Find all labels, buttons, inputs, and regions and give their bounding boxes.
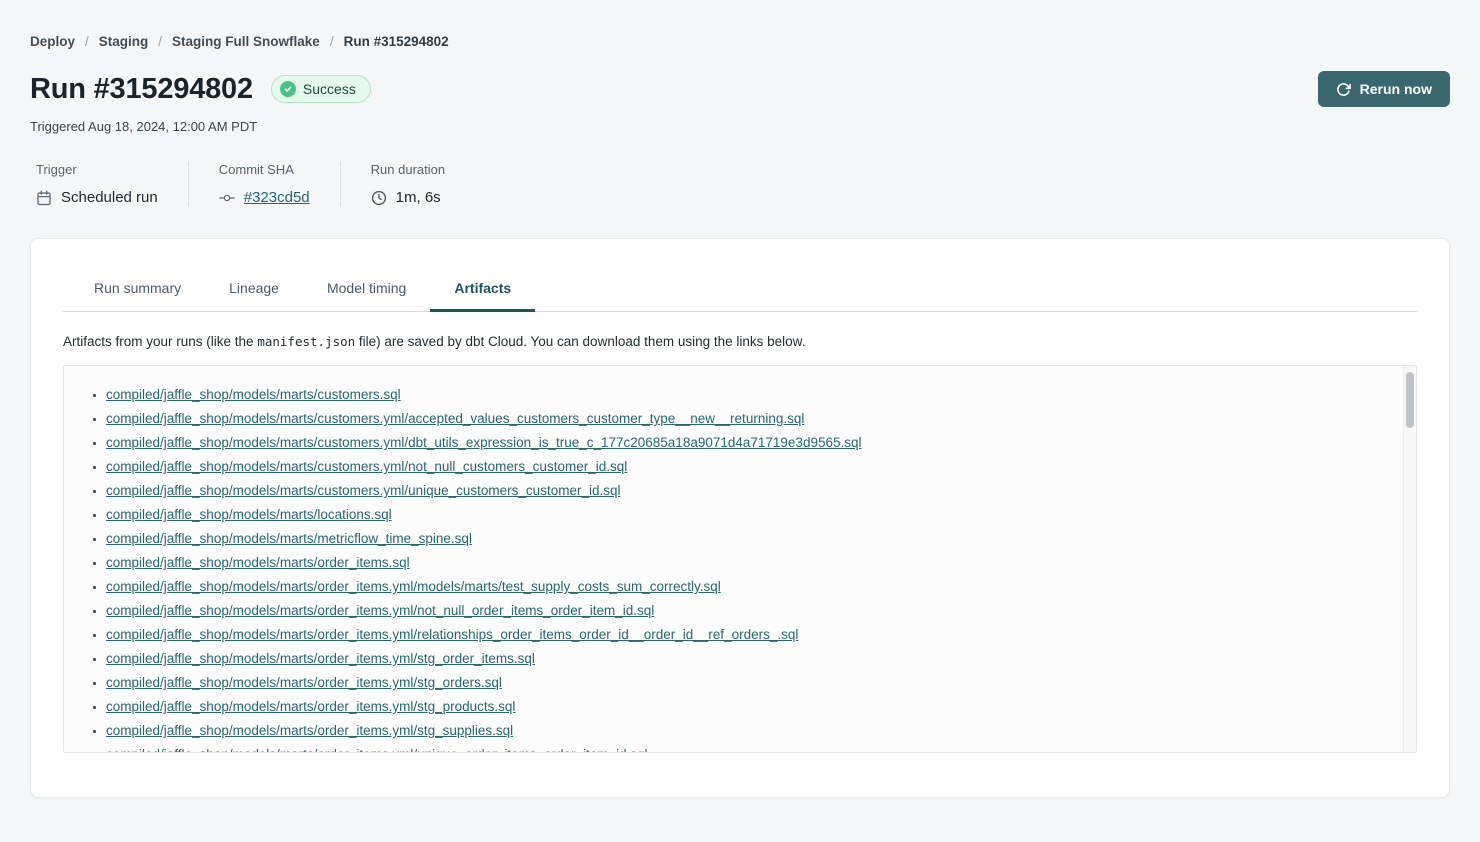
artifact-list-item: compiled/jaffle_shop/models/marts/order_… <box>106 575 1386 599</box>
artifact-list-item: compiled/jaffle_shop/models/marts/locati… <box>106 503 1386 527</box>
artifact-link[interactable]: compiled/jaffle_shop/models/marts/order_… <box>106 555 410 570</box>
meta-trigger: Trigger Scheduled run <box>30 162 188 206</box>
rerun-now-label: Rerun now <box>1360 81 1432 97</box>
artifact-list-item: compiled/jaffle_shop/models/marts/order_… <box>106 743 1386 753</box>
artifact-list-item: compiled/jaffle_shop/models/marts/order_… <box>106 599 1386 623</box>
meta-commit: Commit SHA #323cd5d <box>188 162 340 206</box>
tab-lineage[interactable]: Lineage <box>205 267 303 311</box>
artifact-list-item: compiled/jaffle_shop/models/marts/order_… <box>106 719 1386 743</box>
page-title: Run #315294802 <box>30 73 253 106</box>
breadcrumb-current-run: Run #315294802 <box>344 34 449 49</box>
page-header: Deploy / Staging / Staging Full Snowflak… <box>0 0 1480 206</box>
meta-duration-value: 1m, 6s <box>396 189 441 206</box>
artifact-list-item: compiled/jaffle_shop/models/marts/custom… <box>106 479 1386 503</box>
tab-run-summary[interactable]: Run summary <box>70 267 205 311</box>
artifact-link[interactable]: compiled/jaffle_shop/models/marts/order_… <box>106 651 535 666</box>
refresh-icon <box>1336 82 1351 97</box>
artifact-list-item: compiled/jaffle_shop/models/marts/custom… <box>106 431 1386 455</box>
meta-commit-label: Commit SHA <box>219 162 310 177</box>
breadcrumb-staging[interactable]: Staging <box>99 34 149 49</box>
run-meta-row: Trigger Scheduled run Commit SHA <box>30 162 1450 206</box>
manifest-json-code: manifest.json <box>257 334 355 349</box>
artifact-link[interactable]: compiled/jaffle_shop/models/marts/locati… <box>106 507 392 522</box>
success-check-icon <box>280 81 296 97</box>
artifact-link[interactable]: compiled/jaffle_shop/models/marts/order_… <box>106 723 513 738</box>
breadcrumb-separator: / <box>85 34 89 49</box>
meta-duration-label: Run duration <box>371 162 445 177</box>
breadcrumb-deploy[interactable]: Deploy <box>30 34 75 49</box>
commit-sha-link[interactable]: #323cd5d <box>244 189 310 206</box>
status-badge: Success <box>271 75 371 103</box>
artifact-list-item: compiled/jaffle_shop/models/marts/order_… <box>106 623 1386 647</box>
artifact-list-item: compiled/jaffle_shop/models/marts/custom… <box>106 407 1386 431</box>
artifact-link[interactable]: compiled/jaffle_shop/models/marts/order_… <box>106 699 515 714</box>
calendar-icon <box>36 190 52 206</box>
clock-icon <box>371 190 387 206</box>
artifact-list-container: compiled/jaffle_shop/models/marts/custom… <box>63 365 1417 753</box>
artifact-link[interactable]: compiled/jaffle_shop/models/marts/custom… <box>106 387 401 402</box>
artifact-list-item: compiled/jaffle_shop/models/marts/order_… <box>106 671 1386 695</box>
artifact-link[interactable]: compiled/jaffle_shop/models/marts/order_… <box>106 579 721 594</box>
meta-trigger-value: Scheduled run <box>61 189 158 206</box>
artifact-list-item: compiled/jaffle_shop/models/marts/metric… <box>106 527 1386 551</box>
scrollbar-track[interactable] <box>1403 366 1416 752</box>
artifacts-intro-text: Artifacts from your runs (like the manif… <box>63 334 1417 349</box>
breadcrumb-separator: / <box>158 34 162 49</box>
breadcrumb: Deploy / Staging / Staging Full Snowflak… <box>30 34 1450 49</box>
git-commit-icon <box>219 190 235 206</box>
artifact-link[interactable]: compiled/jaffle_shop/models/marts/order_… <box>106 675 502 690</box>
artifact-link[interactable]: compiled/jaffle_shop/models/marts/custom… <box>106 435 862 450</box>
breadcrumb-job[interactable]: Staging Full Snowflake <box>172 34 320 49</box>
triggered-timestamp: Triggered Aug 18, 2024, 12:00 AM PDT <box>30 119 1450 134</box>
meta-trigger-label: Trigger <box>36 162 158 177</box>
tab-artifacts[interactable]: Artifacts <box>430 267 535 311</box>
status-badge-label: Success <box>303 81 356 97</box>
rerun-now-button[interactable]: Rerun now <box>1318 71 1450 107</box>
artifact-list-item: compiled/jaffle_shop/models/marts/order_… <box>106 551 1386 575</box>
artifact-link[interactable]: compiled/jaffle_shop/models/marts/order_… <box>106 747 648 753</box>
artifact-list-item: compiled/jaffle_shop/models/marts/order_… <box>106 647 1386 671</box>
artifact-list-item: compiled/jaffle_shop/models/marts/custom… <box>106 383 1386 407</box>
run-detail-card: Run summary Lineage Model timing Artifac… <box>30 238 1450 798</box>
artifact-link[interactable]: compiled/jaffle_shop/models/marts/metric… <box>106 531 472 546</box>
artifact-list-item: compiled/jaffle_shop/models/marts/custom… <box>106 455 1386 479</box>
artifact-link[interactable]: compiled/jaffle_shop/models/marts/custom… <box>106 411 804 426</box>
artifact-link[interactable]: compiled/jaffle_shop/models/marts/order_… <box>106 603 654 618</box>
breadcrumb-separator: / <box>330 34 334 49</box>
scrollbar-thumb[interactable] <box>1406 372 1414 428</box>
meta-duration: Run duration 1m, 6s <box>340 162 475 206</box>
artifact-link[interactable]: compiled/jaffle_shop/models/marts/order_… <box>106 627 798 642</box>
artifact-list: compiled/jaffle_shop/models/marts/custom… <box>64 366 1416 753</box>
tab-model-timing[interactable]: Model timing <box>303 267 430 311</box>
artifact-list-item: compiled/jaffle_shop/models/marts/order_… <box>106 695 1386 719</box>
tab-bar: Run summary Lineage Model timing Artifac… <box>63 267 1417 312</box>
artifact-link[interactable]: compiled/jaffle_shop/models/marts/custom… <box>106 483 620 498</box>
artifact-link[interactable]: compiled/jaffle_shop/models/marts/custom… <box>106 459 627 474</box>
